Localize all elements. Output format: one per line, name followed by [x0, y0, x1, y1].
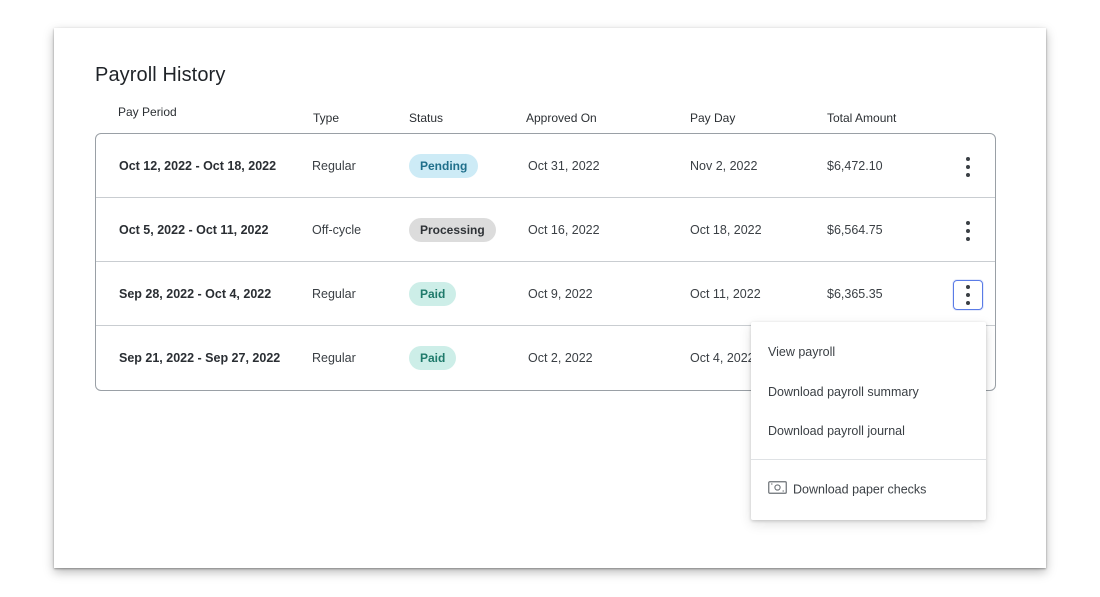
- row-actions-button[interactable]: [953, 216, 983, 246]
- payroll-history-card: Payroll History Pay Period Type Status A…: [54, 28, 1046, 568]
- approved-on-cell: Oct 31, 2022: [528, 159, 600, 173]
- column-header-status: Status: [409, 111, 444, 125]
- status-badge: Processing: [409, 218, 496, 242]
- total-amount-cell: $6,564.75: [827, 223, 883, 237]
- menu-divider: [751, 459, 986, 460]
- menu-item-label: Download paper checks: [793, 482, 927, 497]
- status-badge: Paid: [409, 346, 457, 370]
- status-badge: Paid: [409, 282, 457, 306]
- column-header-approved-on: Approved On: [526, 111, 597, 125]
- page-title: Payroll History: [95, 64, 226, 86]
- type-cell: Off-cycle: [312, 223, 362, 237]
- column-header-pay-period: Pay Period: [118, 105, 177, 119]
- approved-on-cell: Oct 9, 2022: [528, 287, 593, 301]
- page: Payroll History Pay Period Type Status A…: [0, 0, 1100, 597]
- pay-day-cell: Oct 11, 2022: [690, 287, 761, 301]
- pay-period-cell: Oct 12, 2022 - Oct 18, 2022: [119, 159, 277, 173]
- type-cell: Regular: [312, 287, 356, 301]
- column-header-type: Type: [313, 111, 340, 125]
- status-badge: Pending: [409, 154, 479, 178]
- type-cell: Regular: [312, 351, 356, 365]
- paper-check-icon: [768, 481, 787, 497]
- column-header-total-amount: Total Amount: [827, 111, 897, 125]
- more-vertical-icon: [966, 285, 970, 305]
- table-row[interactable]: Oct 12, 2022 - Oct 18, 2022 Regular Pend…: [96, 134, 995, 198]
- approved-on-cell: Oct 16, 2022: [528, 223, 600, 237]
- row-actions-menu: View payroll Download payroll summary Do…: [751, 322, 986, 520]
- menu-item-download-payroll-journal[interactable]: Download payroll journal: [768, 424, 905, 438]
- pay-day-cell: Nov 2, 2022: [690, 159, 758, 173]
- table-row[interactable]: Oct 5, 2022 - Oct 11, 2022 Off-cycle Pro…: [96, 198, 995, 262]
- menu-item-download-payroll-summary[interactable]: Download payroll summary: [768, 385, 919, 399]
- pay-period-cell: Sep 21, 2022 - Sep 27, 2022: [119, 351, 281, 365]
- more-vertical-icon: [966, 221, 970, 241]
- table-row[interactable]: Sep 28, 2022 - Oct 4, 2022 Regular Paid …: [96, 262, 995, 326]
- type-cell: Regular: [312, 159, 356, 173]
- pay-day-cell: Oct 18, 2022: [690, 223, 762, 237]
- total-amount-cell: $6,365.35: [827, 287, 883, 301]
- menu-item-view-payroll[interactable]: View payroll: [768, 345, 835, 359]
- pay-day-cell: Oct 4, 2022: [690, 351, 755, 365]
- more-vertical-icon: [966, 157, 970, 177]
- row-actions-button[interactable]: [953, 152, 983, 182]
- row-actions-button-active[interactable]: [953, 280, 983, 310]
- column-header-pay-day: Pay Day: [690, 111, 736, 125]
- total-amount-cell: $6,472.10: [827, 159, 883, 173]
- approved-on-cell: Oct 2, 2022: [528, 351, 593, 365]
- menu-item-download-paper-checks[interactable]: Download paper checks: [768, 481, 927, 498]
- pay-period-cell: Oct 5, 2022 - Oct 11, 2022: [119, 223, 269, 237]
- pay-period-cell: Sep 28, 2022 - Oct 4, 2022: [119, 287, 272, 301]
